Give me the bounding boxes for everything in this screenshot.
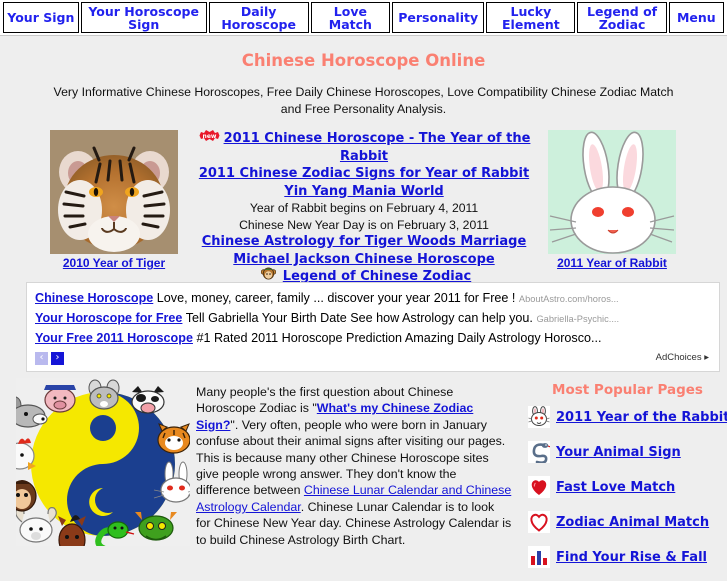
ad-prev-arrow-icon[interactable]: ‹ — [35, 352, 48, 366]
ad-title[interactable]: Your Free 2011 Horoscope — [35, 331, 193, 345]
page-subtitle: Very Informative Chinese Horoscopes, Fre… — [53, 85, 674, 116]
popular-item-rise-and-fall[interactable]: Find Your Rise & Fall — [528, 546, 727, 568]
nav-love-match[interactable]: Love Match — [310, 2, 391, 33]
popular-item-zodiac-animal-match[interactable]: Zodiac Animal Match — [528, 511, 727, 533]
yin-yang-zodiac-image[interactable] — [5, 378, 199, 557]
ad-title[interactable]: Chinese Horoscope — [35, 291, 153, 305]
adchoices-link[interactable]: AdChoices ▸ — [656, 352, 709, 363]
adchoices-label: AdChoices — [655, 352, 702, 363]
ad-text: Tell Gabriella Your Birth Date See how A… — [185, 311, 533, 325]
most-popular-title: Most Popular Pages — [552, 382, 703, 398]
monkey-icon — [257, 267, 280, 280]
popular-item-rabbit[interactable]: 2011 Year of the Rabbit — [528, 406, 727, 428]
nav-label: Daily Horoscope — [221, 3, 296, 32]
top-navigation-bar: Your Sign Your Horoscope Sign Daily Horo… — [0, 0, 727, 36]
ad-text: #1 Rated 2011 Horoscope Prediction Amazi… — [196, 331, 602, 345]
popular-item-fast-love-match[interactable]: Fast Love Match — [528, 476, 727, 498]
nav-label: Lucky Element — [502, 3, 560, 32]
ad-row[interactable]: Chinese Horoscope Love, money, career, f… — [35, 289, 711, 309]
ad-footer: ‹ › AdChoices ▸ — [35, 351, 711, 367]
svg-text:new: new — [202, 133, 216, 140]
yin-yang-column — [0, 378, 199, 581]
popular-item-label[interactable]: Your Animal Sign — [556, 445, 681, 460]
ad-url: AboutAstro.com/horos... — [518, 294, 619, 304]
hero-links: new 2011 Chinese Horoscope - The Year of… — [186, 130, 542, 286]
snake-icon — [528, 441, 551, 464]
nav-your-sign[interactable]: Your Sign — [3, 2, 79, 33]
link-michael-jackson-horoscope[interactable]: Michael Jackson Chinese Horoscope — [233, 252, 494, 267]
nav-label: Your Sign — [7, 10, 75, 25]
nav-your-horoscope-sign[interactable]: Your Horoscope Sign — [80, 2, 207, 33]
link-yin-yang-mania-world[interactable]: Yin Yang Mania World — [284, 184, 443, 199]
rabbit-image-caption[interactable]: 2011 Year of Rabbit — [548, 256, 676, 270]
rabbit-icon — [528, 406, 550, 428]
tiger-image[interactable] — [50, 130, 178, 254]
popular-item-label[interactable]: 2011 Year of the Rabbit — [556, 410, 727, 425]
ad-text: Love, money, career, family ... discover… — [156, 291, 516, 305]
lower-content: Many people's the first question about C… — [0, 378, 727, 581]
ad-title[interactable]: Your Horoscope for Free — [35, 311, 182, 325]
tiger-photo-icon — [50, 130, 178, 254]
adchoices-triangle-icon: ▸ — [704, 352, 709, 363]
page-title: Chinese Horoscope Online — [241, 51, 486, 70]
nav-label: Legend of Zodiac — [587, 3, 658, 32]
text-chinese-new-year-day: Chinese New Year Day is on February 3, 2… — [239, 217, 489, 232]
popular-item-animal-sign[interactable]: Your Animal Sign — [528, 441, 727, 464]
link-2011-zodiac-signs[interactable]: 2011 Chinese Zodiac Signs for Year of Ra… — [199, 166, 529, 181]
nav-menu[interactable]: Menu — [668, 2, 724, 33]
nav-legend-of-zodiac[interactable]: Legend of Zodiac — [577, 2, 667, 33]
nav-label: Love Match — [328, 3, 372, 32]
nav-daily-horoscope[interactable]: Daily Horoscope — [208, 2, 309, 33]
ad-row[interactable]: Your Horoscope for Free Tell Gabriella Y… — [35, 309, 711, 329]
hero-section: 2010 Year of Tiger 2011 Year of Rabbit n… — [0, 130, 727, 284]
nav-label: Menu — [676, 10, 716, 25]
nav-label: Your Horoscope Sign — [88, 3, 199, 32]
tiger-image-caption[interactable]: 2010 Year of Tiger — [50, 256, 178, 270]
popular-item-label[interactable]: Fast Love Match — [556, 480, 675, 495]
ad-block: Chinese Horoscope Love, money, career, f… — [26, 282, 720, 372]
link-tiger-woods-marriage[interactable]: Chinese Astrology for Tiger Woods Marria… — [202, 234, 527, 249]
ad-next-arrow-icon[interactable]: › — [51, 352, 64, 366]
rabbit-drawing-icon — [548, 130, 676, 254]
heart-outline-icon — [528, 511, 550, 533]
ad-row[interactable]: Your Free 2011 Horoscope #1 Rated 2011 H… — [35, 329, 711, 349]
new-badge-icon: new — [198, 129, 221, 142]
heart-filled-icon — [528, 476, 550, 498]
nav-label: Personality — [398, 10, 479, 25]
popular-item-label[interactable]: Zodiac Animal Match — [556, 515, 709, 530]
popular-item-label[interactable]: Find Your Rise & Fall — [556, 550, 707, 565]
nav-personality[interactable]: Personality — [392, 2, 485, 33]
link-2011-chinese-horoscope[interactable]: 2011 Chinese Horoscope - The Year of the… — [224, 131, 531, 164]
nav-lucky-element[interactable]: Lucky Element — [486, 2, 576, 33]
rabbit-image[interactable] — [548, 130, 676, 254]
article-text: Many people's the first question about C… — [190, 378, 520, 581]
bar-chart-icon — [528, 546, 550, 568]
text-year-of-rabbit-begins: Year of Rabbit begins on February 4, 201… — [249, 201, 479, 215]
most-popular-pages-panel: Most Popular Pages 2011 Year of the Rabb… — [520, 378, 727, 581]
ad-url: Gabriella-Psychic.... — [536, 314, 620, 324]
yin-yang-zodiac-icon — [5, 378, 199, 557]
